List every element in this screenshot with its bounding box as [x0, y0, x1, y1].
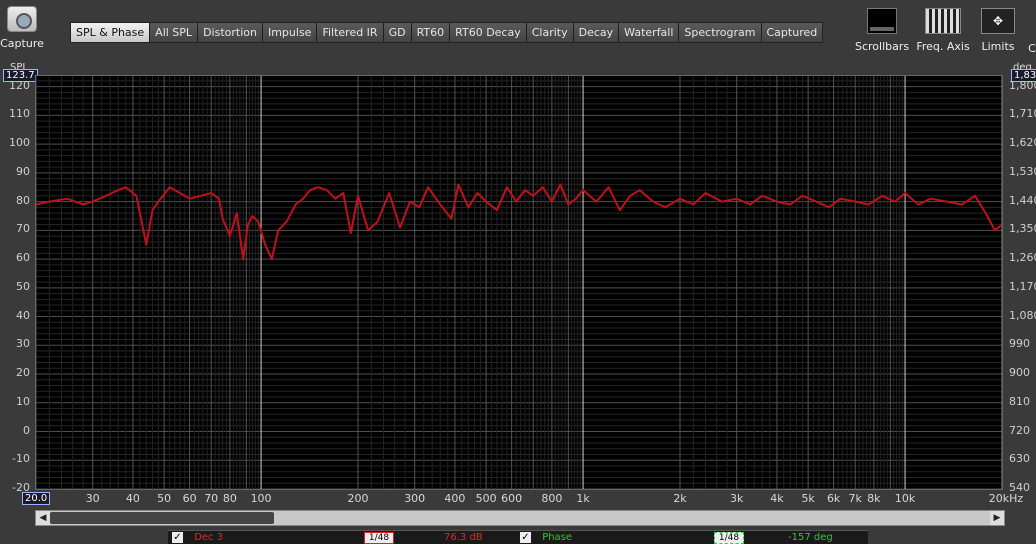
x-tick-label: 500 [475, 492, 497, 505]
series1-name: Dec 3 [194, 532, 224, 543]
tab-decay[interactable]: Decay [573, 23, 620, 42]
y2-tick-label: 1,710 [1009, 107, 1036, 121]
x-tick-label: 10k [894, 492, 916, 505]
y2-tick-label: 1,260 [1009, 251, 1036, 265]
scroll-left-arrow-icon[interactable]: ◀ [36, 511, 50, 525]
spl-phase-graph[interactable] [35, 75, 1003, 490]
camera-icon [7, 6, 37, 32]
series1-smoothing[interactable]: 1/48 [364, 532, 394, 544]
checkbox-icon[interactable]: ✓ [520, 532, 531, 543]
tab-waterfall[interactable]: Waterfall [619, 23, 680, 42]
capture-label: Capture [0, 37, 44, 50]
x-tick-label: 70 [204, 492, 219, 505]
checkbox-icon[interactable]: ✓ [172, 532, 183, 543]
graph-canvas [35, 76, 1003, 490]
x-tick-label: 8k [867, 492, 881, 505]
scrollbar-thumb[interactable] [50, 512, 274, 524]
y-tick-label: 30 [16, 337, 30, 351]
y2-tick-label: 1,080 [1009, 308, 1036, 322]
x-tick-label: 3k [730, 492, 744, 505]
x-tick-label: 100 [250, 492, 272, 505]
tab-rt60[interactable]: RT60 [411, 23, 451, 42]
y2-tick-label: 1,800 [1009, 78, 1036, 92]
x-tick-label: 800 [541, 492, 563, 505]
top-toolbar: Capture SPL & Phase All SPL Distortion Impu… [0, 0, 1036, 62]
x-axis-right-limit: 20kHz [988, 492, 1024, 505]
x-tick-label: 60 [182, 492, 197, 505]
y2-tick-label: 1,530 [1009, 164, 1036, 178]
y2-tick-label: 900 [1009, 366, 1030, 380]
tab-rt60-decay[interactable]: RT60 Decay [450, 23, 527, 42]
y-tick-label: 110 [9, 107, 30, 121]
y-tick-label: 0 [23, 423, 30, 437]
tab-distortion[interactable]: Distortion [198, 23, 263, 42]
y2-tick-label: 1,170 [1009, 279, 1036, 293]
y2-tick-label: 1,350 [1009, 222, 1036, 236]
trace-legend: ✓ Dec 3 1/48 76.3 dB ✓ Phase 1/48 -157 d… [168, 530, 868, 544]
legend-series1[interactable]: ✓ Dec 3 [172, 532, 223, 543]
x-tick-label: 400 [444, 492, 466, 505]
x-tick-label: 30 [85, 492, 100, 505]
tab-impulse[interactable]: Impulse [262, 23, 318, 42]
freq-axis-label: Freq. Axis [916, 40, 970, 53]
x-tick-label: 80 [222, 492, 237, 505]
tab-spl-phase[interactable]: SPL & Phase [71, 23, 151, 42]
x-tick-label: 50 [157, 492, 172, 505]
legend-series2[interactable]: ✓ Phase [520, 532, 572, 543]
x-tick-label: 600 [501, 492, 523, 505]
horizontal-scrollbar[interactable]: ◀ ▶ [35, 510, 1005, 526]
y2-tick-label: 810 [1009, 394, 1030, 408]
tab-clarity[interactable]: Clarity [526, 23, 574, 42]
x-tick-label: 4k [770, 492, 784, 505]
y2-tick-label: 1,440 [1009, 193, 1036, 207]
y-tick-label: 60 [16, 251, 30, 265]
scrollbars-label: Scrollbars [855, 40, 910, 53]
tab-all-spl[interactable]: All SPL [150, 23, 199, 42]
scroll-right-arrow-icon[interactable]: ▶ [990, 511, 1004, 525]
y-tick-label: 90 [16, 164, 30, 178]
x-tick-label: 5k [801, 492, 815, 505]
y-tick-label: 20 [16, 366, 30, 380]
scrollbars-icon [867, 8, 897, 34]
y-tick-label: 50 [16, 279, 30, 293]
y2-tick-label: 630 [1009, 452, 1030, 466]
y-tick-label: 40 [16, 308, 30, 322]
y-tick-label: 120 [9, 78, 30, 92]
x-tick-label: 200 [347, 492, 369, 505]
y-tick-label: 80 [16, 193, 30, 207]
x-tick-label: 6k [826, 492, 841, 505]
freq-axis-button[interactable]: Freq. Axis [916, 8, 970, 53]
x-tick-label: 2k [673, 492, 687, 505]
y2-tick-label: 1,620 [1009, 136, 1036, 150]
limits-label: Limits [981, 40, 1015, 53]
x-tick-label: 7k [848, 492, 862, 505]
controls-button[interactable]: C [1026, 42, 1036, 55]
limits-button[interactable]: ✥ Limits [980, 8, 1016, 53]
x-axis-left-limit[interactable]: 20.0 [22, 492, 51, 505]
controls-label: C [1028, 42, 1036, 55]
tab-captured[interactable]: Captured [761, 23, 823, 42]
series1-value: 76.3 dB [444, 532, 483, 543]
series2-smoothing[interactable]: 1/48 [714, 532, 744, 544]
y-tick-label: 100 [9, 136, 30, 150]
tab-filtered-ir[interactable]: Filtered IR [317, 23, 384, 42]
series2-name: Phase [542, 532, 573, 543]
tab-gd[interactable]: GD [383, 23, 412, 42]
graph-tabs: SPL & Phase All SPL Distortion Impulse Filte… [70, 22, 824, 43]
y-tick-label: 70 [16, 222, 30, 236]
y2-tick-label: 720 [1009, 423, 1030, 437]
x-tick-label: 1k [576, 492, 590, 505]
series2-value: -157 deg [788, 532, 833, 543]
tab-spectrogram[interactable]: Spectrogram [679, 23, 762, 42]
scrollbars-button[interactable]: Scrollbars [855, 8, 909, 53]
y-tick-label: -10 [12, 452, 30, 466]
x-tick-label: 40 [125, 492, 140, 505]
x-tick-label: 300 [404, 492, 426, 505]
capture-button[interactable]: Capture [0, 6, 44, 50]
y2-tick-label: 990 [1009, 337, 1030, 351]
freq-axis-icon [925, 8, 961, 34]
y-tick-label: 10 [16, 394, 30, 408]
limits-arrows-icon: ✥ [981, 8, 1015, 34]
